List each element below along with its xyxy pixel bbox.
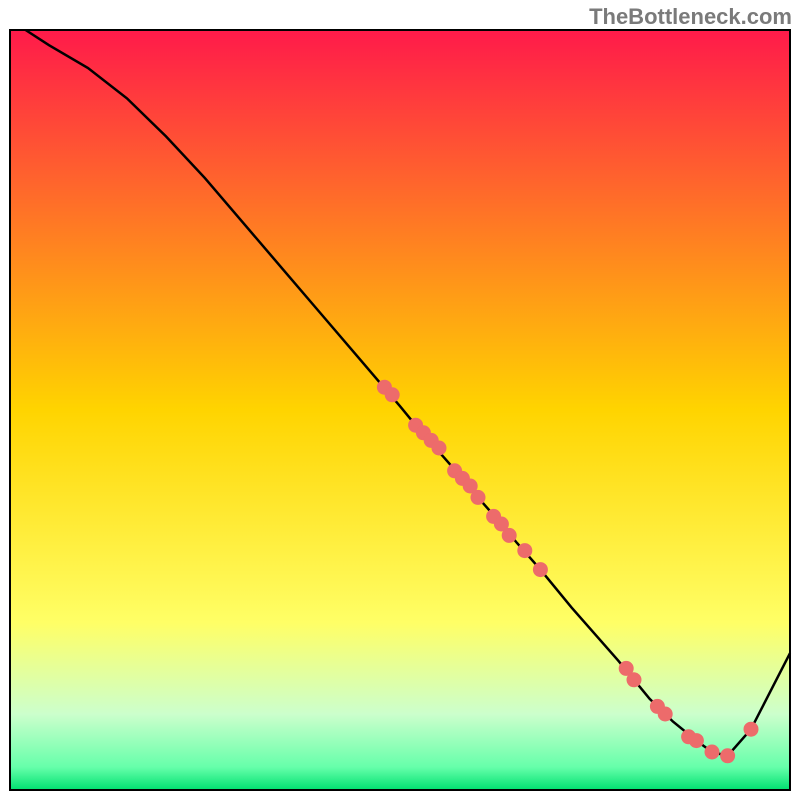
data-point [627,672,642,687]
chart-container: TheBottleneck.com [0,0,800,800]
data-point [533,562,548,577]
data-point [471,490,486,505]
plot-background [10,30,790,790]
data-point [744,722,759,737]
data-point [517,543,532,558]
data-point [432,441,447,456]
data-point [705,745,720,760]
data-point [720,748,735,763]
data-point [502,528,517,543]
watermark-text: TheBottleneck.com [589,4,792,30]
data-point [658,707,673,722]
data-point [385,387,400,402]
bottleneck-chart [0,0,800,800]
data-point [689,733,704,748]
